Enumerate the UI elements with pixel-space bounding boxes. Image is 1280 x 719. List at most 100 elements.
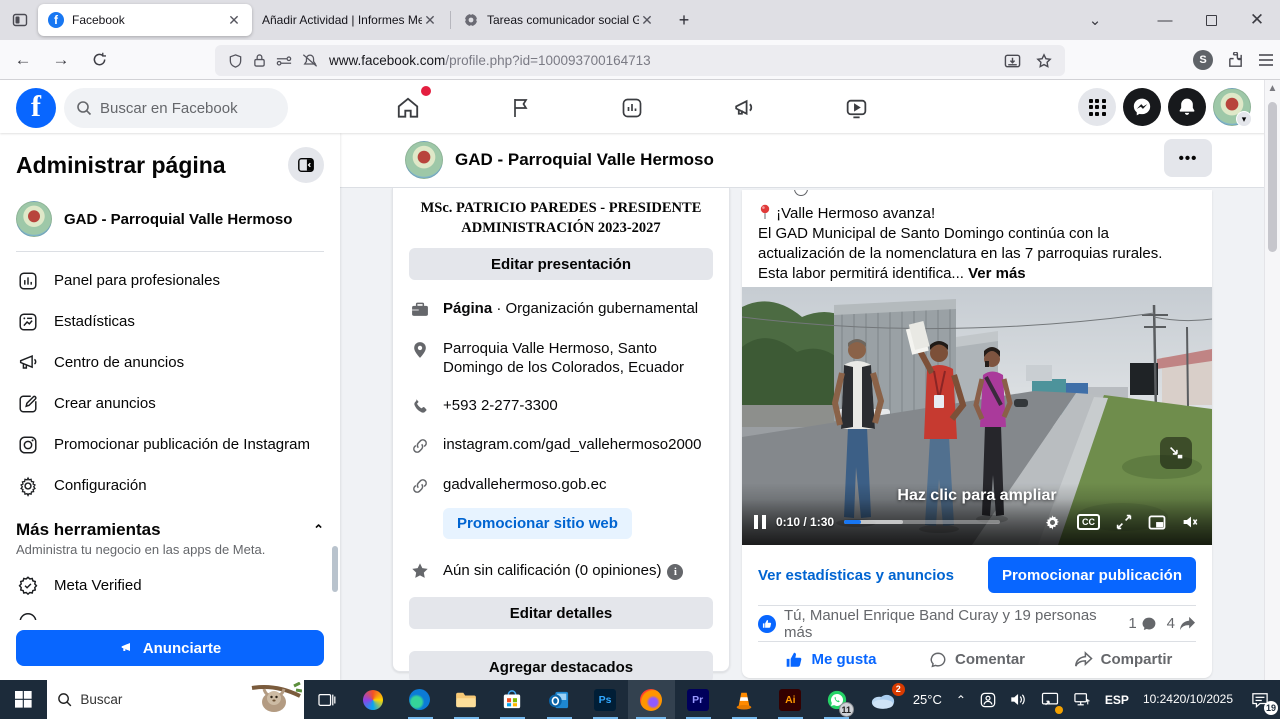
share-button[interactable]: Compartir	[1050, 644, 1196, 676]
profile-avatar[interactable]: ▾	[1213, 88, 1251, 126]
messenger-button[interactable]	[1123, 88, 1161, 126]
nav-video-icon[interactable]	[836, 88, 876, 128]
edit-intro-button[interactable]: Editar presentación	[409, 248, 713, 280]
vlc-button[interactable]	[721, 680, 767, 719]
picture-in-picture-button[interactable]	[1148, 515, 1166, 530]
page-more-button[interactable]: •••	[1164, 139, 1212, 177]
closed-captions-button[interactable]: CC	[1077, 514, 1100, 530]
page-scrollbar[interactable]: ▲	[1264, 80, 1280, 680]
cast-tray-icon[interactable]	[1034, 680, 1066, 719]
edge-button[interactable]	[397, 680, 443, 719]
shares-count[interactable]: 4	[1167, 615, 1175, 632]
social-proof-text[interactable]: Tú, Manuel Enrique Band Curay y 19 perso…	[784, 607, 1120, 641]
see-more-link[interactable]: Ver más	[968, 265, 1026, 282]
extensions-puzzle-icon[interactable]	[1227, 52, 1244, 69]
video-settings-gear-icon[interactable]	[1044, 514, 1061, 531]
nav-pages-icon[interactable]	[500, 88, 540, 128]
nav-home-icon[interactable]	[388, 88, 428, 128]
close-tab-icon[interactable]: ✕	[639, 12, 655, 29]
promote-website-button[interactable]: Promocionar sitio web	[443, 508, 632, 539]
view-stats-link[interactable]: Ver estadísticas y anuncios	[758, 567, 954, 584]
nav-ads-icon[interactable]	[724, 88, 764, 128]
firefox-view-button[interactable]	[6, 6, 34, 34]
taskbar-search[interactable]	[47, 680, 304, 719]
apps-menu-button[interactable]	[1078, 88, 1116, 126]
menu-hamburger-icon[interactable]	[1258, 53, 1274, 67]
microsoft-store-button[interactable]	[489, 680, 535, 719]
website-link-row[interactable]: gadvallehermoso.gob.ec	[409, 475, 713, 496]
bookmark-star-icon[interactable]	[1036, 53, 1052, 69]
tab-list-chevron-icon[interactable]: ⌄	[1072, 0, 1118, 40]
pause-button[interactable]	[754, 515, 766, 529]
tray-expand-chevron[interactable]: ⌃	[949, 680, 973, 719]
sidebar-item-centro-anuncios[interactable]: Centro de anuncios	[16, 342, 324, 383]
temperature-label[interactable]: 25°C	[906, 680, 949, 719]
weather-button[interactable]: 2	[860, 680, 906, 719]
illustrator-button[interactable]: Ai	[767, 680, 813, 719]
task-view-button[interactable]	[304, 680, 350, 719]
fullscreen-button[interactable]	[1116, 514, 1132, 530]
facebook-search[interactable]	[64, 88, 288, 128]
collapse-sidebar-button[interactable]	[288, 147, 324, 183]
comments-count[interactable]: 1	[1128, 615, 1136, 632]
sidebar-item-panel-profesionales[interactable]: Panel para profesionales	[16, 260, 324, 301]
extension-s-icon[interactable]: S	[1193, 50, 1213, 70]
close-tab-icon[interactable]: ✕	[422, 12, 438, 29]
facebook-logo[interactable]: f	[16, 88, 56, 128]
start-button[interactable]	[0, 680, 47, 719]
social-proof-row[interactable]: Tú, Manuel Enrique Band Curay y 19 perso…	[758, 605, 1196, 641]
firefox-button[interactable]	[628, 680, 674, 719]
edit-details-button[interactable]: Editar detalles	[409, 597, 713, 629]
forward-button[interactable]: →	[46, 45, 76, 75]
language-indicator[interactable]: ESP	[1098, 680, 1136, 719]
sidebar-item-estadisticas[interactable]: Estadísticas	[16, 301, 324, 342]
save-to-pocket-icon[interactable]	[1004, 53, 1021, 69]
new-tab-button[interactable]: +	[671, 7, 697, 33]
premiere-button[interactable]: Pr	[675, 680, 721, 719]
comment-button[interactable]: Comentar	[904, 644, 1050, 676]
url-text[interactable]: www.facebook.com/profile.php?id=10009370…	[329, 53, 999, 68]
instagram-link-row[interactable]: instagram.com/gad_vallehermoso2000	[409, 435, 713, 456]
add-featured-button[interactable]: Agregar destacados	[409, 651, 713, 683]
collapse-chevron-icon[interactable]: ⌃	[313, 522, 324, 538]
sidebar-item-promocionar-instagram[interactable]: Promocionar publicación de Instagram	[16, 424, 324, 465]
info-icon[interactable]: i	[667, 564, 683, 580]
facebook-search-input[interactable]	[100, 100, 270, 117]
photoshop-button[interactable]: Ps	[582, 680, 628, 719]
network-tray-icon[interactable]	[1066, 680, 1098, 719]
scroll-up-arrow-icon[interactable]: ▲	[1265, 83, 1280, 94]
back-button[interactable]: ←	[8, 45, 38, 75]
notifications-blocked-icon[interactable]	[302, 53, 318, 68]
notification-center-button[interactable]: 19	[1240, 680, 1280, 719]
scrollbar-thumb[interactable]	[1268, 102, 1277, 252]
advertise-button[interactable]: Anunciarte	[16, 630, 324, 666]
file-explorer-button[interactable]	[443, 680, 489, 719]
lock-icon[interactable]	[253, 53, 266, 68]
whatsapp-button[interactable]: 11	[813, 680, 859, 719]
video-expand-button[interactable]	[1160, 437, 1192, 469]
clock[interactable]: 10:24 20/10/2025	[1136, 680, 1240, 719]
teams-tray-icon[interactable]	[973, 680, 1003, 719]
reload-button[interactable]	[84, 45, 114, 75]
outlook-button[interactable]	[536, 680, 582, 719]
minimize-button[interactable]: —	[1142, 0, 1188, 40]
like-button[interactable]: Me gusta	[758, 644, 904, 676]
close-window-button[interactable]: ✕	[1234, 0, 1280, 40]
tab-informes[interactable]: Añadir Actividad | Informes Mensua ✕	[252, 4, 448, 36]
sidebar-scrollbar-thumb[interactable]	[332, 546, 338, 592]
notifications-button[interactable]	[1168, 88, 1206, 126]
sidebar-page-row[interactable]: GAD - Parroquial Valle Hermoso	[16, 201, 324, 237]
video-progress-bar[interactable]	[844, 520, 1000, 524]
tab-tareas[interactable]: Tareas comunicador social GAD ✕	[453, 4, 665, 36]
tab-facebook[interactable]: f Facebook ✕	[38, 4, 252, 36]
post-video[interactable]: Haz clic para ampliar 0:10 / 1:30 CC	[742, 287, 1212, 545]
shield-icon[interactable]	[228, 53, 243, 69]
nav-insights-icon[interactable]	[612, 88, 652, 128]
promote-post-button[interactable]: Promocionar publicación	[988, 557, 1196, 593]
mute-speaker-icon[interactable]	[1182, 514, 1200, 530]
maximize-button[interactable]	[1188, 0, 1234, 40]
sidebar-item-configuracion[interactable]: Configuración	[16, 465, 324, 506]
taskbar-search-input[interactable]	[80, 692, 230, 707]
volume-tray-icon[interactable]	[1003, 680, 1034, 719]
copilot-button[interactable]	[350, 680, 396, 719]
